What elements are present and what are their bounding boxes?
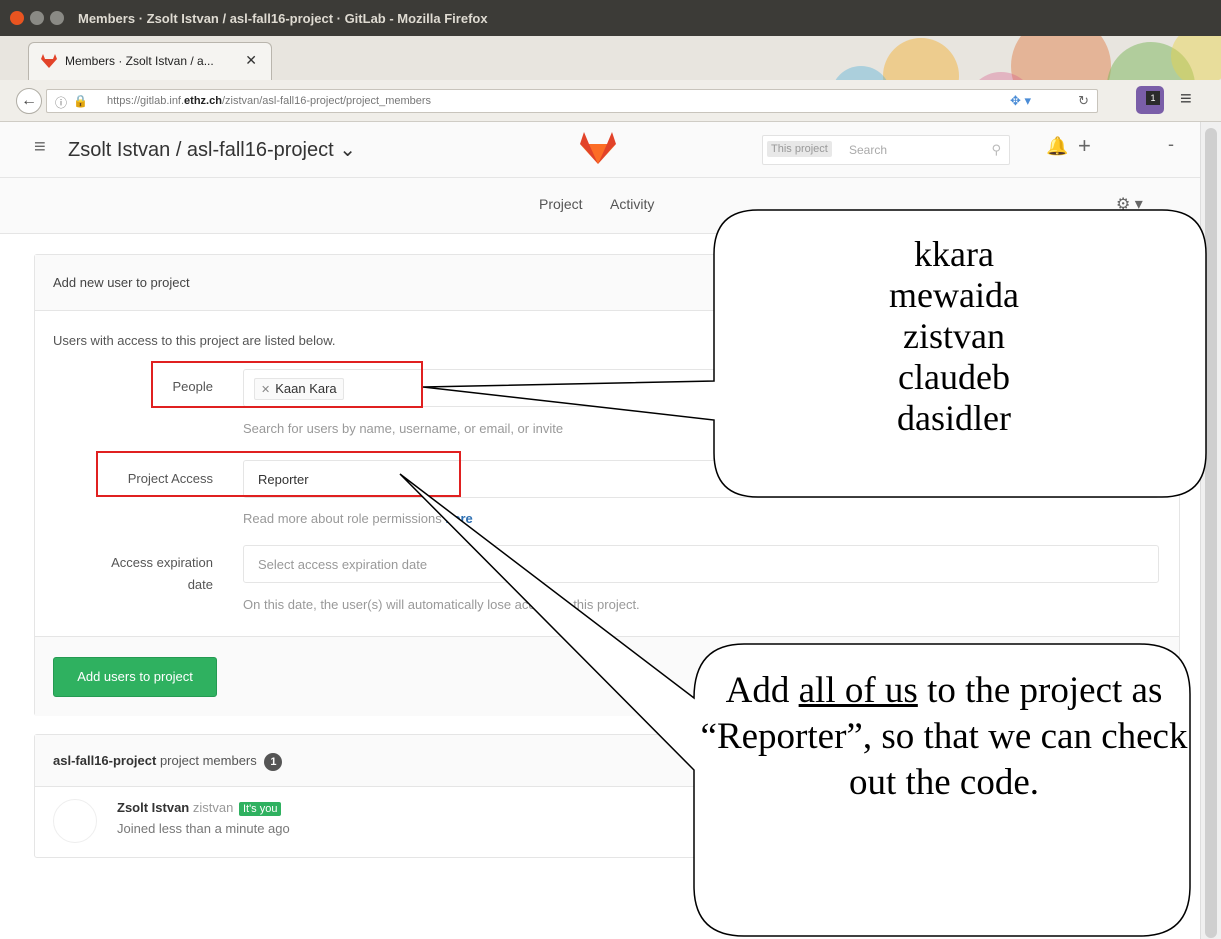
extension-badge: 1 xyxy=(1146,91,1160,105)
tab-close-icon[interactable]: ✕ xyxy=(245,52,257,69)
add-users-button[interactable]: Add users to project xyxy=(53,657,217,697)
search-input[interactable]: This project Search ⚲ xyxy=(762,135,1010,165)
expiration-help: On this date, the user(s) will automatic… xyxy=(243,597,640,612)
browser-tab-active[interactable]: Members · Zsolt Istvan / a... ✕ xyxy=(28,42,272,80)
theme-decoration xyxy=(835,36,1221,80)
access-help: Read more about role permissions here xyxy=(243,511,473,526)
window-maximize-button[interactable] xyxy=(50,11,64,25)
gitlab-logo-icon[interactable] xyxy=(580,132,616,164)
settings-gear-icon[interactable]: ⚙ ▾ xyxy=(1116,194,1143,214)
scrollbar-thumb[interactable] xyxy=(1205,128,1217,938)
members-title: asl-fall16-project project members 1 xyxy=(53,753,283,771)
gitlab-favicon-icon xyxy=(41,54,57,68)
people-help: Search for users by name, username, or e… xyxy=(243,421,564,436)
page-scrollbar[interactable] xyxy=(1200,122,1221,939)
panel-intro: Users with access to this project are li… xyxy=(53,333,336,348)
users-callout-text: kkara mewaida zistvan claudeb dasidler xyxy=(712,234,1196,439)
note-callout-text: Add all of us to the project as “Reporte… xyxy=(700,670,1188,803)
hamburger-menu-icon[interactable]: ≡ xyxy=(34,136,46,159)
people-highlight-box xyxy=(151,361,423,408)
expiration-label-line2: date xyxy=(187,577,213,592)
back-button[interactable]: ← xyxy=(16,88,42,114)
project-subnav: Project Activity ⚙ ▾ xyxy=(0,178,1200,234)
more-dropdown-icon[interactable]: - xyxy=(1168,134,1174,155)
url-bar[interactable]: ⓘ 🔒 https://gitlab.inf.ethz.ch/zistvan/a… xyxy=(46,89,1098,113)
search-placeholder: Search xyxy=(849,143,888,157)
site-info-icon[interactable]: ⓘ xyxy=(55,94,67,111)
tab-activity[interactable]: Activity xyxy=(610,196,654,212)
expiration-label: Access expiration xyxy=(111,555,213,570)
callout-user: kkara xyxy=(914,234,994,274)
member-joined: Joined less than a minute ago xyxy=(117,821,290,836)
gitlab-header: ≡ Zsolt Istvan / asl-fall16-project ⌄ Th… xyxy=(0,122,1200,178)
window-title: Members · Zsolt Istvan / asl-fall16-proj… xyxy=(78,11,488,26)
browser-navbar: ← ⓘ 🔒 https://gitlab.inf.ethz.ch/zistvan… xyxy=(0,80,1221,122)
permissions-help-link[interactable]: here xyxy=(445,511,472,526)
callout-user: zistvan xyxy=(903,316,1005,356)
extension-icon[interactable]: 1 xyxy=(1136,86,1164,114)
tab-title: Members · Zsolt Istvan / a... xyxy=(65,54,214,68)
reload-icon[interactable]: ↻ xyxy=(1078,93,1089,109)
browser-menu-icon[interactable]: ≡ xyxy=(1180,88,1192,111)
callout-user: mewaida xyxy=(889,275,1019,315)
expiration-date-input[interactable]: Select access expiration date xyxy=(243,545,1159,583)
window-close-button[interactable] xyxy=(10,11,24,25)
project-title[interactable]: Zsolt Istvan / asl-fall16-project ⌄ xyxy=(68,137,356,162)
its-you-badge: It's you xyxy=(238,802,282,816)
expiration-placeholder: Select access expiration date xyxy=(258,557,428,572)
access-highlight-box xyxy=(96,451,461,497)
bell-icon[interactable]: 🔔 xyxy=(1046,136,1068,157)
lock-icon: 🔒 xyxy=(73,94,88,108)
addon-icon[interactable]: ✥ ▾ xyxy=(1010,93,1031,109)
url-text: https://gitlab.inf.ethz.ch/zistvan/asl-f… xyxy=(107,95,432,107)
os-titlebar: Members · Zsolt Istvan / asl-fall16-proj… xyxy=(0,0,1221,36)
callout-user: claudeb xyxy=(898,357,1010,397)
window-minimize-button[interactable] xyxy=(30,11,44,25)
new-item-plus-icon[interactable]: + xyxy=(1078,133,1091,159)
search-scope-badge: This project xyxy=(767,141,832,157)
avatar[interactable] xyxy=(53,799,97,843)
tab-project[interactable]: Project xyxy=(539,196,583,212)
search-icon: ⚲ xyxy=(991,142,1001,157)
members-count-badge: 1 xyxy=(264,753,283,771)
callout-user: dasidler xyxy=(897,398,1011,438)
panel-title: Add new user to project xyxy=(53,275,190,290)
member-name: Zsolt Istvan zistvan It's you xyxy=(117,800,282,816)
browser-tabstrip: Members · Zsolt Istvan / a... ✕ xyxy=(0,36,1221,80)
